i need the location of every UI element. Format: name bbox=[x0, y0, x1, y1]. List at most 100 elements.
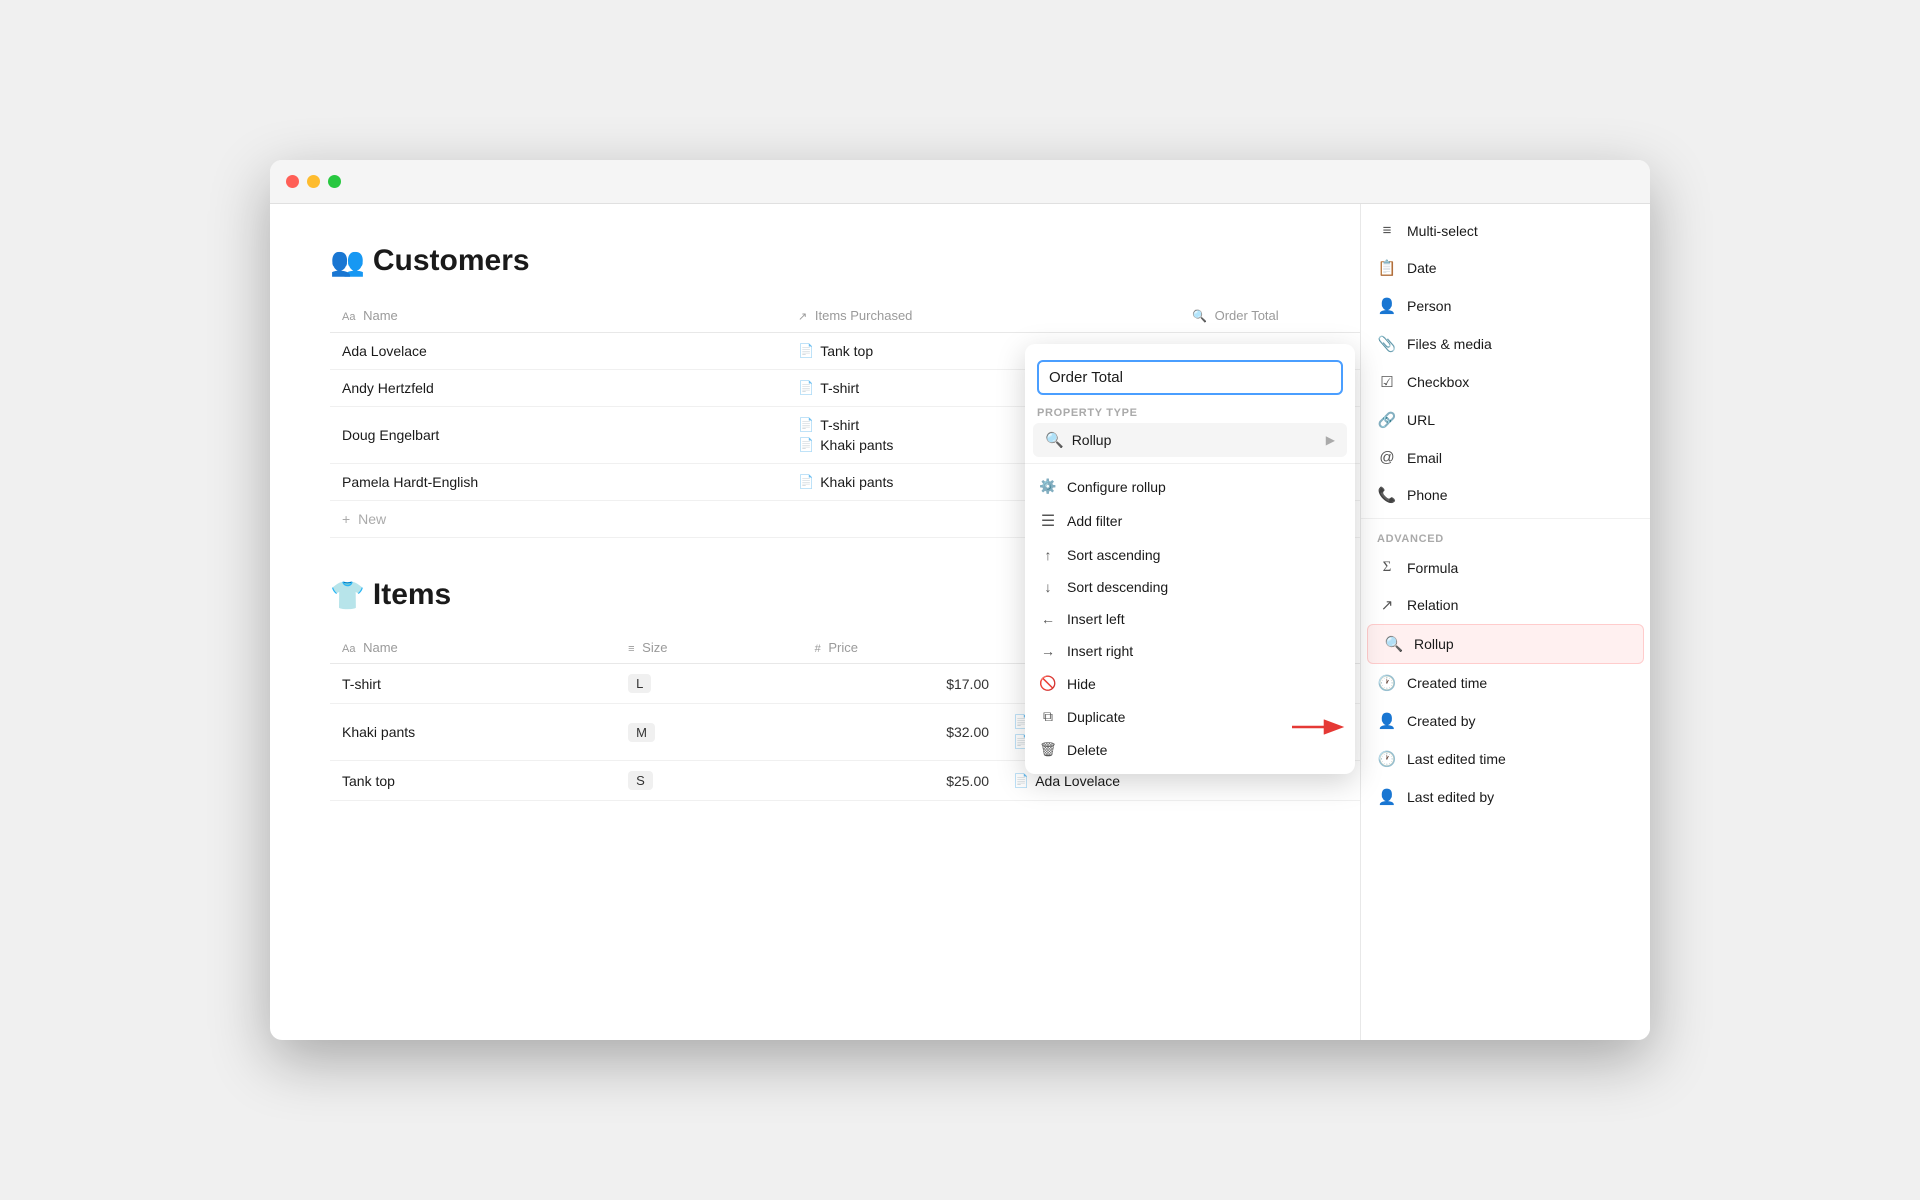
last-edited-time-icon: 🕐 bbox=[1377, 750, 1397, 768]
prop-relation-label: Relation bbox=[1407, 597, 1458, 613]
minimize-button[interactable] bbox=[307, 175, 320, 188]
prop-checkbox[interactable]: ☑ Checkbox bbox=[1361, 363, 1650, 401]
prop-checkbox-label: Checkbox bbox=[1407, 374, 1469, 390]
insert-right-label: Insert right bbox=[1067, 643, 1133, 659]
duplicate-icon: ⧉ bbox=[1039, 708, 1057, 725]
item-name[interactable]: Khaki pants bbox=[330, 704, 616, 761]
sort-ascending-label: Sort ascending bbox=[1067, 547, 1160, 563]
item-size[interactable]: L bbox=[616, 664, 803, 704]
prop-formula[interactable]: Σ Formula bbox=[1361, 549, 1650, 586]
prop-last-edited-by[interactable]: 👤 Last edited by bbox=[1361, 778, 1650, 816]
customer-name[interactable]: Doug Engelbart bbox=[330, 407, 786, 464]
hide-icon: 🚫 bbox=[1039, 675, 1057, 692]
prop-created-time[interactable]: 🕐 Created time bbox=[1361, 664, 1650, 702]
customers-title: Customers bbox=[373, 244, 530, 278]
item-price[interactable]: $17.00 bbox=[803, 664, 1001, 704]
checkbox-icon: ☑ bbox=[1377, 373, 1397, 391]
url-icon: 🔗 bbox=[1377, 411, 1397, 429]
prop-person[interactable]: 👤 Person bbox=[1361, 287, 1650, 325]
items-col-name[interactable]: Aa Name bbox=[330, 632, 616, 664]
insert-right-icon: → bbox=[1039, 643, 1057, 659]
column-name-input[interactable] bbox=[1037, 360, 1343, 395]
sort-ascending-icon: ↑ bbox=[1039, 547, 1057, 563]
prop-created-time-label: Created time bbox=[1407, 675, 1487, 691]
email-icon: @ bbox=[1377, 449, 1397, 466]
prop-last-edited-time[interactable]: 🕐 Last edited time bbox=[1361, 740, 1650, 778]
maximize-button[interactable] bbox=[328, 175, 341, 188]
insert-left-item[interactable]: ← Insert left bbox=[1025, 603, 1355, 635]
prop-date[interactable]: 📋 Date bbox=[1361, 249, 1650, 287]
item-price[interactable]: $25.00 bbox=[803, 761, 1001, 801]
arrow-indicator bbox=[1292, 712, 1352, 747]
delete-label: Delete bbox=[1067, 742, 1107, 758]
items-title: Items bbox=[373, 578, 451, 612]
prop-rollup[interactable]: 🔍 Rollup bbox=[1367, 624, 1644, 664]
relation-icon: ↗ bbox=[1377, 596, 1397, 614]
formula-icon: Σ bbox=[1377, 559, 1397, 576]
prop-last-edited-by-label: Last edited by bbox=[1407, 789, 1494, 805]
prop-url[interactable]: 🔗 URL bbox=[1361, 401, 1650, 439]
rollup-type-row[interactable]: 🔍 Rollup ▶ bbox=[1033, 423, 1347, 457]
phone-icon: 📞 bbox=[1377, 486, 1397, 504]
hide-label: Hide bbox=[1067, 676, 1096, 692]
prop-multiselect[interactable]: ≡ Multi-select bbox=[1361, 212, 1650, 249]
prop-phone-label: Phone bbox=[1407, 487, 1447, 503]
insert-left-label: Insert left bbox=[1067, 611, 1125, 627]
prop-email[interactable]: @ Email bbox=[1361, 439, 1650, 476]
advanced-divider bbox=[1361, 518, 1650, 519]
items-emoji: 👕 bbox=[330, 579, 365, 612]
prop-rollup-label: Rollup bbox=[1414, 636, 1454, 652]
configure-rollup-item[interactable]: ⚙️ Configure rollup bbox=[1025, 470, 1355, 503]
prop-url-label: URL bbox=[1407, 412, 1435, 428]
insert-left-icon: ← bbox=[1039, 611, 1057, 627]
multiselect-icon: ≡ bbox=[1377, 222, 1397, 239]
customers-col-name[interactable]: Aa Name bbox=[330, 298, 786, 333]
prop-created-by-label: Created by bbox=[1407, 713, 1475, 729]
duplicate-label: Duplicate bbox=[1067, 709, 1125, 725]
customers-col-items[interactable]: ↗ Items Purchased bbox=[786, 298, 1180, 333]
app-window: 👥 Customers ··· Aa Name ↗ Items Purchase… bbox=[270, 160, 1650, 1040]
configure-rollup-label: Configure rollup bbox=[1067, 479, 1166, 495]
prop-files[interactable]: 📎 Files & media bbox=[1361, 325, 1650, 363]
insert-right-item[interactable]: → Insert right bbox=[1025, 635, 1355, 667]
sort-ascending-item[interactable]: ↑ Sort ascending bbox=[1025, 539, 1355, 571]
rollup-type-label: Rollup bbox=[1072, 432, 1112, 448]
item-name[interactable]: T-shirt bbox=[330, 664, 616, 704]
customer-name[interactable]: Andy Hertzfeld bbox=[330, 370, 786, 407]
property-type-label: PROPERTY TYPE bbox=[1025, 401, 1355, 423]
sort-descending-icon: ↓ bbox=[1039, 579, 1057, 595]
item-size[interactable]: M bbox=[616, 704, 803, 761]
close-button[interactable] bbox=[286, 175, 299, 188]
add-filter-item[interactable]: ☰ Add filter bbox=[1025, 503, 1355, 539]
customer-name[interactable]: Pamela Hardt-English bbox=[330, 464, 786, 501]
add-filter-label: Add filter bbox=[1067, 513, 1122, 529]
context-input-row bbox=[1025, 352, 1355, 401]
sort-descending-label: Sort descending bbox=[1067, 579, 1168, 595]
rollup-prop-icon: 🔍 bbox=[1384, 635, 1404, 653]
customers-emoji: 👥 bbox=[330, 245, 365, 278]
date-icon: 📋 bbox=[1377, 259, 1397, 277]
item-name[interactable]: Tank top bbox=[330, 761, 616, 801]
title-bar bbox=[270, 160, 1650, 204]
prop-multiselect-label: Multi-select bbox=[1407, 223, 1478, 239]
customer-name[interactable]: Ada Lovelace bbox=[330, 333, 786, 370]
content-area: 👥 Customers ··· Aa Name ↗ Items Purchase… bbox=[270, 204, 1650, 1040]
prop-date-label: Date bbox=[1407, 260, 1437, 276]
divider bbox=[1025, 463, 1355, 464]
chevron-right-icon: ▶ bbox=[1326, 433, 1335, 447]
item-size[interactable]: S bbox=[616, 761, 803, 801]
sort-descending-item[interactable]: ↓ Sort descending bbox=[1025, 571, 1355, 603]
hide-item[interactable]: 🚫 Hide bbox=[1025, 667, 1355, 700]
trash-icon: 🗑 bbox=[1039, 741, 1057, 758]
prop-created-by[interactable]: 👤 Created by bbox=[1361, 702, 1650, 740]
prop-relation[interactable]: ↗ Relation bbox=[1361, 586, 1650, 624]
prop-formula-label: Formula bbox=[1407, 560, 1458, 576]
property-panel: ≡ Multi-select 📋 Date 👤 Person 📎 Files &… bbox=[1360, 204, 1650, 1040]
items-col-price[interactable]: # Price bbox=[803, 632, 1001, 664]
gear-icon: ⚙️ bbox=[1039, 478, 1057, 495]
prop-phone[interactable]: 📞 Phone bbox=[1361, 476, 1650, 514]
item-price[interactable]: $32.00 bbox=[803, 704, 1001, 761]
created-time-icon: 🕐 bbox=[1377, 674, 1397, 692]
created-by-icon: 👤 bbox=[1377, 712, 1397, 730]
items-col-size[interactable]: ≡ Size bbox=[616, 632, 803, 664]
